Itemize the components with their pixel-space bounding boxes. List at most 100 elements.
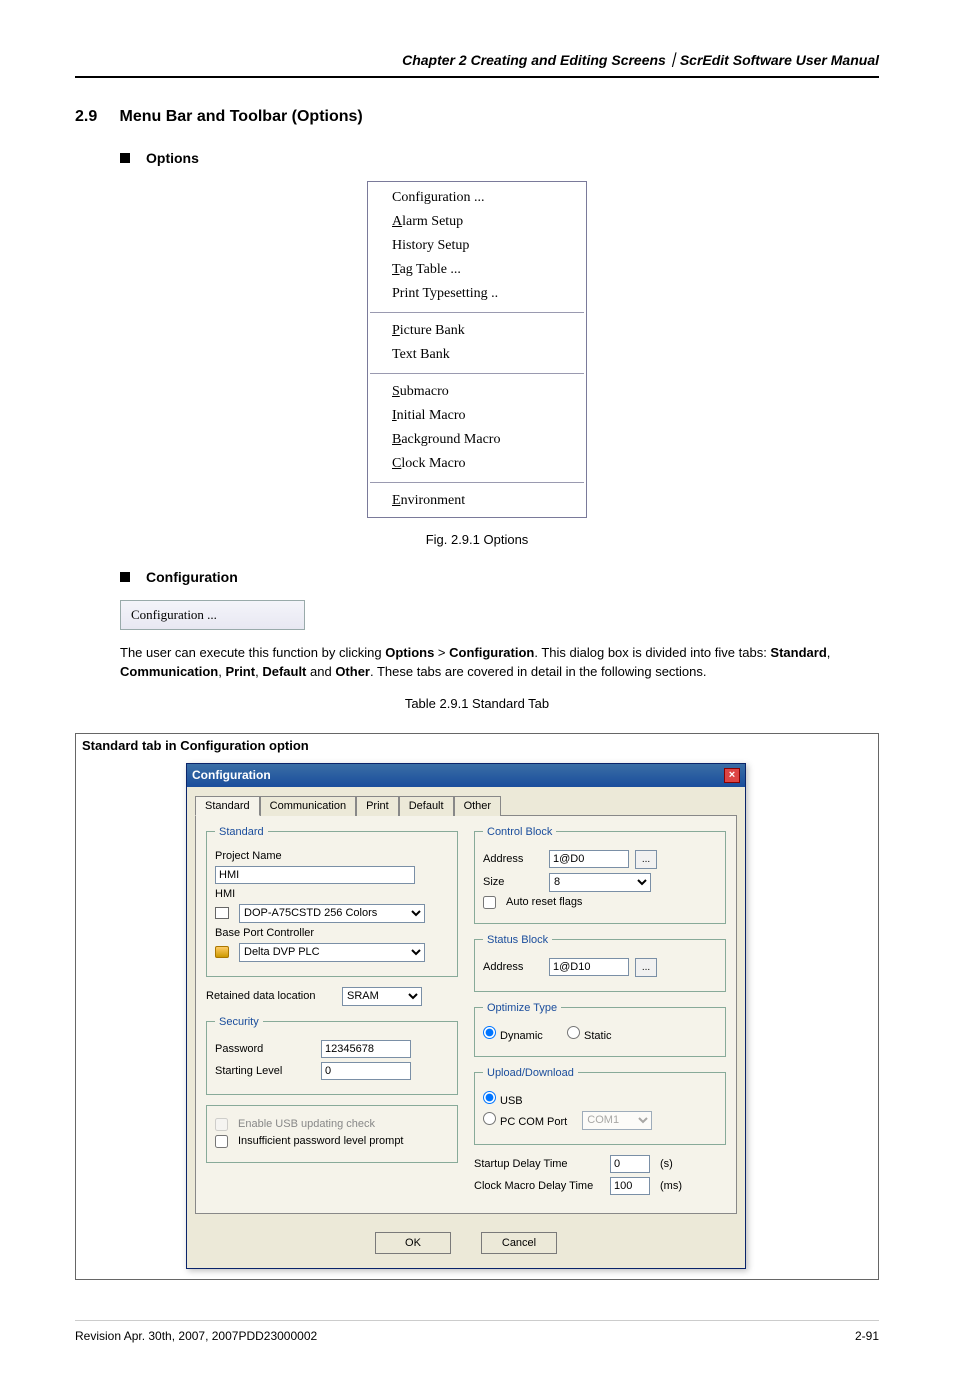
- tab-communication[interactable]: Communication: [260, 796, 356, 816]
- com-port-select: COM1: [582, 1111, 652, 1130]
- ctrl-address-browse-button[interactable]: ...: [635, 850, 657, 869]
- status-address-browse-button[interactable]: ...: [635, 958, 657, 977]
- fieldset-usb-checks: Enable USB updating check Insufficient p…: [206, 1105, 458, 1163]
- ctrl-size-select[interactable]: 8: [549, 873, 651, 892]
- enable-usb-label: Enable USB updating check: [238, 1118, 375, 1130]
- usb-option[interactable]: USB: [483, 1091, 523, 1107]
- menu-item-environment[interactable]: Environment: [368, 489, 586, 513]
- menu-item-history-setup[interactable]: History Setup: [368, 234, 586, 258]
- table-caption: Table 2.9.1 Standard Tab: [75, 696, 879, 711]
- fieldset-standard: Standard Project Name HMI DOP-A75CSTD 25…: [206, 826, 458, 977]
- close-button[interactable]: ×: [724, 768, 740, 783]
- legend-upload-download: Upload/Download: [483, 1067, 578, 1079]
- page-footer: Revision Apr. 30th, 2007, 2007PDD2300000…: [75, 1320, 879, 1343]
- menu-item-submacro[interactable]: Submacro: [368, 380, 586, 404]
- base-port-controller-select[interactable]: Delta DVP PLC: [239, 943, 425, 962]
- controller-icon: [215, 946, 229, 958]
- clock-delay-input[interactable]: [610, 1177, 650, 1195]
- hmi-select[interactable]: DOP-A75CSTD 256 Colors: [239, 904, 425, 923]
- fieldset-security: Security Password Starting Level: [206, 1016, 458, 1095]
- fieldset-optimize-type: Optimize Type Dynamic Static: [474, 1002, 726, 1057]
- menu-item-picture-bank[interactable]: Picture Bank: [368, 319, 586, 343]
- menu-item-clock-macro[interactable]: Clock Macro: [368, 452, 586, 476]
- para-text: . These tabs are covered in detail in th…: [370, 664, 707, 679]
- cancel-button[interactable]: Cancel: [481, 1232, 557, 1254]
- tab-print[interactable]: Print: [356, 796, 399, 816]
- retained-data-select[interactable]: SRAM: [342, 987, 422, 1006]
- starting-level-input[interactable]: [321, 1062, 411, 1080]
- clock-unit: (ms): [660, 1180, 682, 1192]
- menu-item-tag-table[interactable]: Tag Table ...: [368, 258, 586, 282]
- project-name-label: Project Name: [215, 850, 315, 862]
- footer-page-number: 2-91: [855, 1329, 879, 1343]
- insufficient-password-checkbox[interactable]: [215, 1135, 228, 1148]
- para-text: The user can execute this function by cl…: [120, 645, 385, 660]
- startup-delay-input[interactable]: [610, 1155, 650, 1173]
- section-title: Menu Bar and Toolbar (Options): [119, 108, 362, 125]
- tab-other[interactable]: Other: [454, 796, 502, 816]
- footer-revision: Revision Apr. 30th, 2007, 2007PDD2300000…: [75, 1329, 317, 1343]
- static-label: Static: [584, 1030, 612, 1042]
- status-address-input[interactable]: [549, 958, 629, 976]
- menu-item-configuration[interactable]: Configuration ...: [368, 186, 586, 210]
- standard-tab-table: Standard tab in Configuration option Con…: [75, 733, 879, 1280]
- para-text: and: [306, 664, 335, 679]
- ok-button[interactable]: OK: [375, 1232, 451, 1254]
- legend-standard: Standard: [215, 826, 268, 838]
- ctrl-address-label: Address: [483, 853, 543, 865]
- startup-unit: (s): [660, 1158, 673, 1170]
- hmi-label: HMI: [215, 888, 315, 900]
- legend-optimize-type: Optimize Type: [483, 1002, 561, 1014]
- tab-default[interactable]: Default: [399, 796, 454, 816]
- dialog-tabs: Standard Communication Print Default Oth…: [187, 787, 745, 815]
- auto-reset-checkbox[interactable]: [483, 896, 496, 909]
- optimize-static-option[interactable]: Static: [567, 1026, 612, 1042]
- dialog-title-text: Configuration: [192, 768, 271, 782]
- enable-usb-checkbox: [215, 1118, 228, 1131]
- legend-status-block: Status Block: [483, 934, 552, 946]
- para-bold: Communication: [120, 664, 218, 679]
- menu-item-text-bank[interactable]: Text Bank: [368, 343, 586, 367]
- password-input[interactable]: [321, 1040, 411, 1058]
- legend-control-block: Control Block: [483, 826, 556, 838]
- menu-item-initial-macro[interactable]: Initial Macro: [368, 404, 586, 428]
- menu-separator: [370, 482, 584, 483]
- ctrl-address-input[interactable]: [549, 850, 629, 868]
- menu-item-print-typesetting[interactable]: Print Typesetting ..: [368, 282, 586, 306]
- table-header-cell: Standard tab in Configuration option: [76, 734, 878, 757]
- startup-delay-label: Startup Delay Time: [474, 1158, 604, 1170]
- figure-caption: Fig. 2.9.1 Options: [75, 532, 879, 547]
- menu-item-background-macro[interactable]: Background Macro: [368, 428, 586, 452]
- section-number: 2.9: [75, 108, 97, 125]
- description-paragraph: The user can execute this function by cl…: [120, 644, 879, 682]
- options-dropdown-menu: Configuration ... Alarm Setup History Se…: [367, 181, 587, 518]
- status-address-label: Address: [483, 961, 543, 973]
- project-name-input[interactable]: [215, 866, 415, 884]
- menu-separator: [370, 373, 584, 374]
- dynamic-label: Dynamic: [500, 1030, 543, 1042]
- auto-reset-label: Auto reset flags: [506, 896, 582, 908]
- dialog-titlebar: Configuration ×: [187, 764, 745, 787]
- menu-item-alarm-setup[interactable]: Alarm Setup: [368, 210, 586, 234]
- optimize-dynamic-option[interactable]: Dynamic: [483, 1026, 543, 1042]
- pc-com-radio[interactable]: [483, 1112, 496, 1125]
- tab-standard[interactable]: Standard: [195, 796, 260, 816]
- base-port-controller-label: Base Port Controller: [215, 927, 345, 939]
- dynamic-radio[interactable]: [483, 1026, 496, 1039]
- bullet-options-label: Options: [146, 150, 199, 166]
- insufficient-password-label: Insufficient password level prompt: [238, 1135, 404, 1147]
- starting-level-label: Starting Level: [215, 1065, 315, 1077]
- bullet-configuration: Configuration: [120, 569, 879, 585]
- static-radio[interactable]: [567, 1026, 580, 1039]
- pc-com-option[interactable]: PC COM Port: [483, 1112, 567, 1128]
- usb-label: USB: [500, 1095, 523, 1107]
- clock-delay-label: Clock Macro Delay Time: [474, 1180, 604, 1192]
- monitor-icon: [215, 907, 229, 919]
- bullet-configuration-label: Configuration: [146, 569, 238, 585]
- para-bold: Standard: [770, 645, 826, 660]
- para-text: ,: [827, 645, 831, 660]
- usb-radio[interactable]: [483, 1091, 496, 1104]
- ctrl-size-label: Size: [483, 876, 543, 888]
- dialog-button-row: OK Cancel: [187, 1222, 745, 1268]
- para-bold: Default: [262, 664, 306, 679]
